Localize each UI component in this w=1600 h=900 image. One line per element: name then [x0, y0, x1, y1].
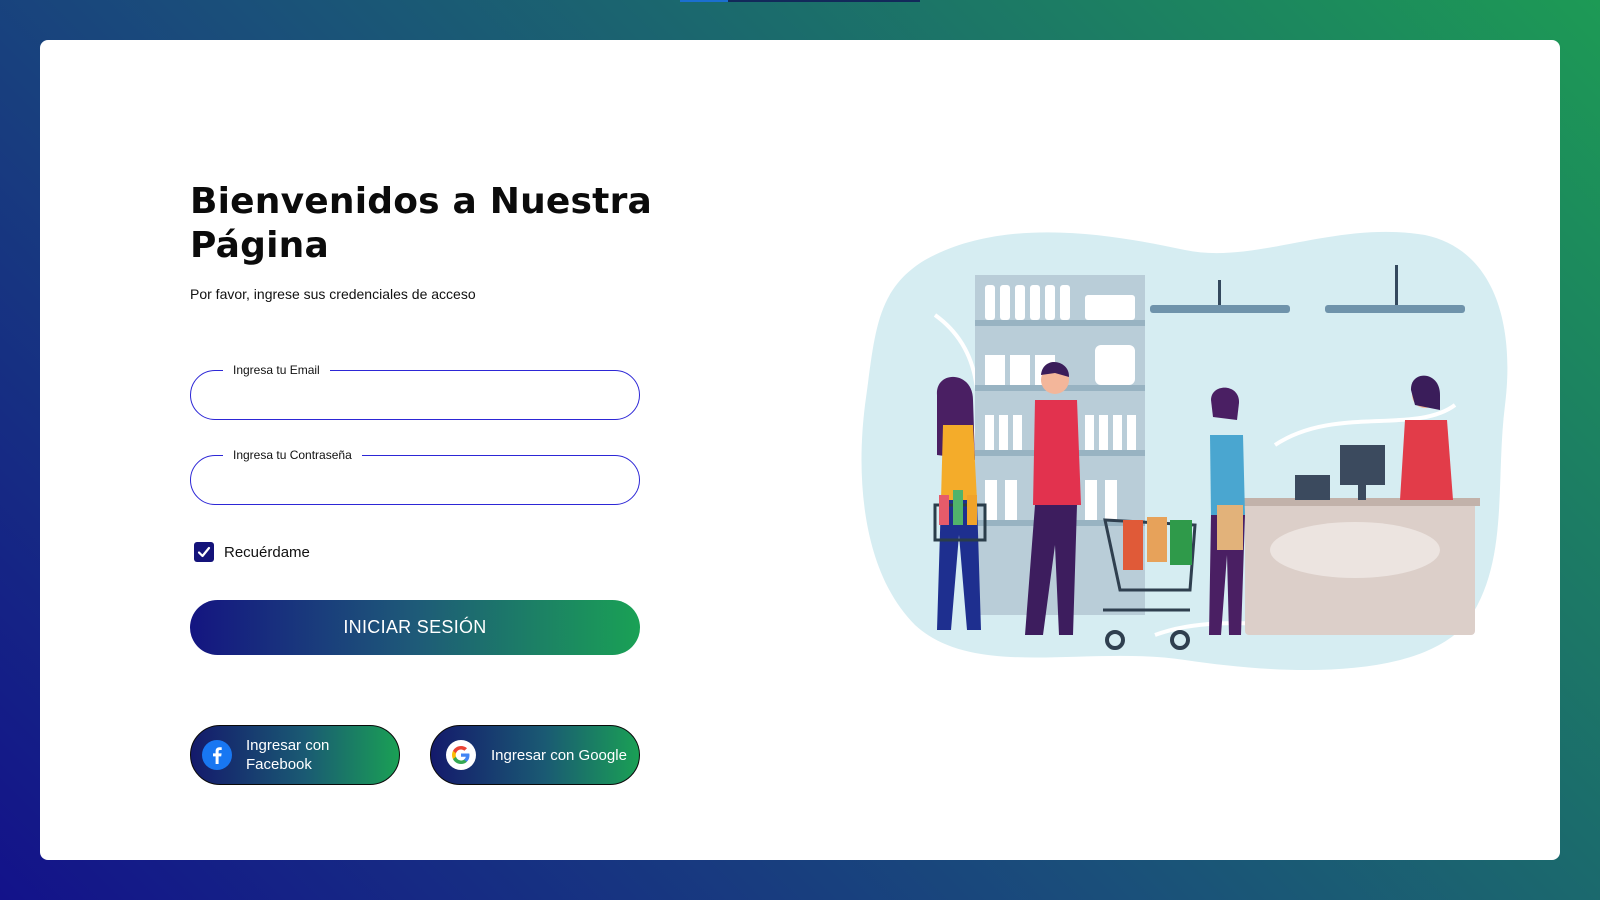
email-field[interactable]: Ingresa tu Email	[190, 362, 640, 420]
login-panel: Bienvenidos a Nuestra Página Por favor, …	[190, 180, 750, 785]
password-label: Ingresa tu Contraseña	[223, 447, 362, 463]
facebook-login-button[interactable]: Ingresar con Facebook	[190, 725, 400, 785]
page-title: Bienvenidos a Nuestra Página	[190, 181, 653, 266]
social-login: Ingresar con Facebook Ingresar con Googl…	[190, 725, 640, 785]
email-input[interactable]	[191, 371, 639, 419]
facebook-label: Ingresar con Facebook	[246, 737, 330, 773]
password-field[interactable]: Ingresa tu Contraseña	[190, 447, 640, 505]
top-tab-indicator	[680, 0, 920, 2]
page-subtitle: Por favor, ingrese sus credenciales de a…	[190, 286, 476, 302]
google-login-button[interactable]: Ingresar con Google	[430, 725, 640, 785]
remember-me[interactable]: Recuérdame	[194, 542, 310, 562]
login-card: Bienvenidos a Nuestra Página Por favor, …	[40, 40, 1560, 860]
facebook-icon	[201, 739, 233, 771]
login-button[interactable]: INICIAR SESIÓN	[190, 600, 640, 655]
remember-checkbox[interactable]	[194, 542, 214, 562]
supermarket-checkout-illustration	[861, 231, 1508, 671]
remember-label: Recuérdame	[224, 543, 310, 561]
email-label: Ingresa tu Email	[223, 362, 330, 378]
google-icon	[445, 739, 477, 771]
google-label: Ingresar con Google	[491, 746, 627, 764]
password-input[interactable]	[191, 456, 639, 504]
checkmark-icon	[197, 546, 211, 558]
